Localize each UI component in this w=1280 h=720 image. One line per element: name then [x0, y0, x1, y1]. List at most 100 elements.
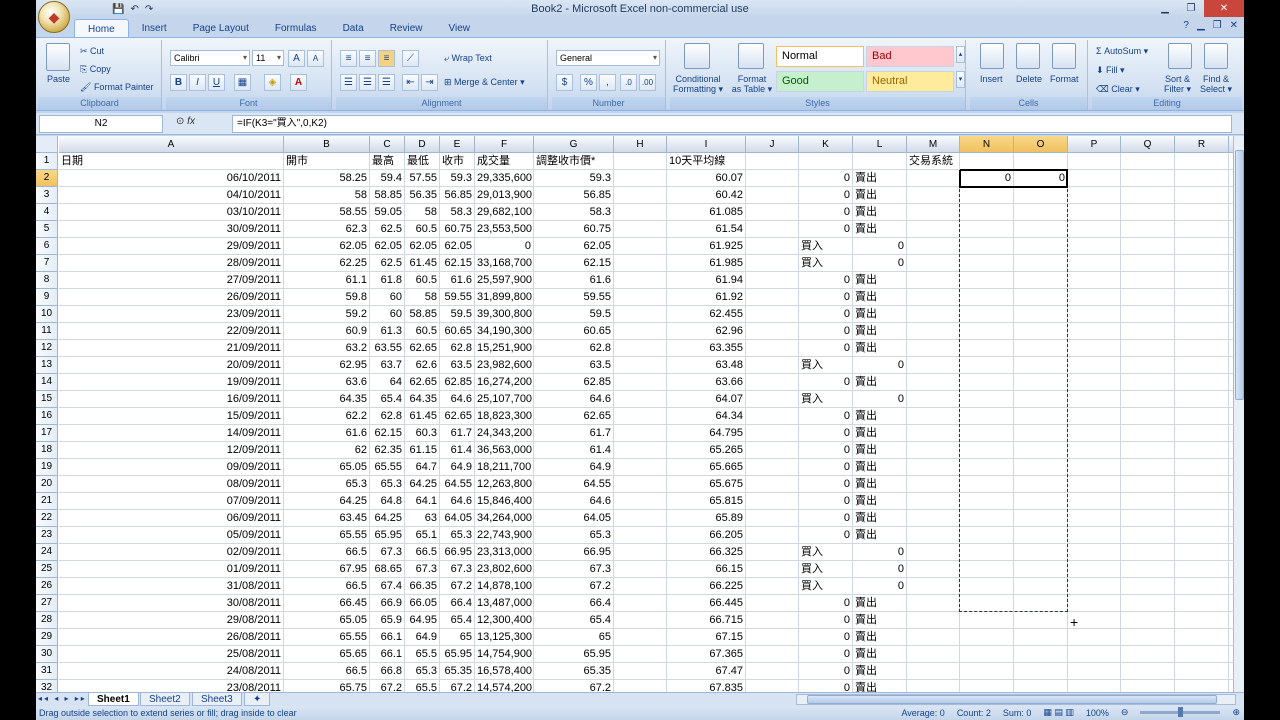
- cell-e[interactable]: 67.2: [440, 578, 475, 595]
- empty-cell[interactable]: [1068, 357, 1121, 374]
- column-header-n[interactable]: N: [960, 136, 1014, 153]
- empty-cell[interactable]: [746, 578, 799, 595]
- empty-cell[interactable]: [960, 391, 1014, 408]
- cell-d[interactable]: 64.35: [405, 391, 440, 408]
- empty-cell[interactable]: [1014, 629, 1068, 646]
- style-good[interactable]: Good: [776, 71, 864, 92]
- row-header[interactable]: 27: [36, 595, 58, 612]
- empty-cell[interactable]: [746, 544, 799, 561]
- column-header-d[interactable]: D: [405, 136, 440, 153]
- empty-cell[interactable]: [1175, 493, 1229, 510]
- cell-a[interactable]: 19/09/2011: [59, 374, 284, 391]
- empty-cell[interactable]: [746, 272, 799, 289]
- cell-i[interactable]: 60.07: [667, 170, 746, 187]
- cell-c[interactable]: 64.8: [370, 493, 405, 510]
- cell-i[interactable]: 64.34: [667, 408, 746, 425]
- cell-d[interactable]: 60.5: [405, 323, 440, 340]
- align-middle-icon[interactable]: ≡: [359, 50, 376, 67]
- empty-cell[interactable]: [1068, 221, 1121, 238]
- empty-cell[interactable]: [614, 289, 667, 306]
- empty-cell[interactable]: [614, 272, 667, 289]
- empty-cell[interactable]: [907, 340, 960, 357]
- cell-a[interactable]: 22/09/2011: [59, 323, 284, 340]
- empty-cell[interactable]: [614, 510, 667, 527]
- cell-b[interactable]: 65.3: [284, 476, 370, 493]
- cell-f[interactable]: 13,487,000: [475, 595, 534, 612]
- empty-cell[interactable]: [1175, 221, 1229, 238]
- row-header[interactable]: 14: [36, 374, 58, 391]
- align-center-icon[interactable]: ☰: [359, 74, 376, 91]
- cell-a[interactable]: 03/10/2011: [59, 204, 284, 221]
- empty-cell[interactable]: [1175, 476, 1229, 493]
- empty-cell[interactable]: [907, 561, 960, 578]
- empty-cell[interactable]: [746, 442, 799, 459]
- insert-cells-button[interactable]: Insert: [980, 74, 1003, 84]
- empty-cell[interactable]: [1121, 646, 1175, 663]
- cell-g[interactable]: 64.9: [534, 459, 614, 476]
- cell-c[interactable]: 66.1: [370, 646, 405, 663]
- cell-f[interactable]: 13,125,300: [475, 629, 534, 646]
- cell-b[interactable]: 63.2: [284, 340, 370, 357]
- empty-cell[interactable]: [1014, 425, 1068, 442]
- cell-l[interactable]: 賣出: [853, 476, 907, 493]
- row-header[interactable]: 3: [36, 187, 58, 204]
- format-cells-icon[interactable]: [1052, 43, 1076, 69]
- close-button[interactable]: ✕: [1204, 0, 1244, 17]
- cell-l[interactable]: 賣出: [853, 323, 907, 340]
- empty-cell[interactable]: [1014, 544, 1068, 561]
- empty-cell[interactable]: [1121, 493, 1175, 510]
- empty-cell[interactable]: [1014, 289, 1068, 306]
- empty-cell[interactable]: [614, 357, 667, 374]
- cell-b[interactable]: 65.05: [284, 459, 370, 476]
- align-bottom-icon[interactable]: ≡: [378, 50, 395, 67]
- cell-a[interactable]: 21/09/2011: [59, 340, 284, 357]
- empty-cell[interactable]: [960, 187, 1014, 204]
- increase-decimal-icon[interactable]: .0: [620, 74, 637, 91]
- header-cell-e[interactable]: 收市: [440, 153, 475, 170]
- cell-e[interactable]: 67.2: [440, 680, 475, 692]
- row-header[interactable]: 24: [36, 544, 58, 561]
- empty-cell[interactable]: [960, 527, 1014, 544]
- empty-cell[interactable]: [614, 153, 667, 170]
- empty-cell[interactable]: [746, 255, 799, 272]
- cell-d[interactable]: 61.45: [405, 255, 440, 272]
- conditional-formatting-button[interactable]: Conditional Formatting ▾: [672, 74, 724, 95]
- cell-a[interactable]: 06/09/2011: [59, 510, 284, 527]
- empty-cell[interactable]: [1175, 153, 1229, 170]
- empty-cell[interactable]: [907, 612, 960, 629]
- row-header[interactable]: 22: [36, 510, 58, 527]
- empty-cell[interactable]: [1068, 442, 1121, 459]
- cell-c[interactable]: 58.85: [370, 187, 405, 204]
- fill-color-icon[interactable]: ◈: [264, 74, 281, 91]
- empty-cell[interactable]: [1068, 238, 1121, 255]
- cell-i[interactable]: 61.085: [667, 204, 746, 221]
- sheet-tab-sheet1[interactable]: Sheet1: [88, 693, 139, 706]
- empty-cell[interactable]: [907, 357, 960, 374]
- cell-f[interactable]: 22,743,900: [475, 527, 534, 544]
- cell-b[interactable]: 62.2: [284, 408, 370, 425]
- empty-cell[interactable]: [1175, 646, 1229, 663]
- cell-e[interactable]: 62.05: [440, 238, 475, 255]
- empty-cell[interactable]: [907, 629, 960, 646]
- cell-d[interactable]: 65.1: [405, 527, 440, 544]
- empty-cell[interactable]: [960, 374, 1014, 391]
- cell-k[interactable]: 0: [799, 323, 853, 340]
- cell-e[interactable]: 62.15: [440, 255, 475, 272]
- cell-d[interactable]: 60.5: [405, 221, 440, 238]
- cell-d[interactable]: 63: [405, 510, 440, 527]
- worksheet-grid[interactable]: ABCDEFGHIJKLMNOPQRS1日期開市最高最低收市成交量調整收市價*1…: [36, 136, 1233, 692]
- row-header[interactable]: 11: [36, 323, 58, 340]
- column-header-b[interactable]: B: [284, 136, 370, 153]
- empty-cell[interactable]: [1175, 289, 1229, 306]
- cell-i[interactable]: 61.925: [667, 238, 746, 255]
- style-normal[interactable]: Normal: [776, 46, 864, 67]
- cell-g[interactable]: 63.5: [534, 357, 614, 374]
- cell-g[interactable]: 65.95: [534, 646, 614, 663]
- empty-cell[interactable]: [1068, 493, 1121, 510]
- paste-button[interactable]: Paste: [47, 74, 70, 84]
- empty-cell[interactable]: [1121, 153, 1175, 170]
- cell-d[interactable]: 58.85: [405, 306, 440, 323]
- empty-cell[interactable]: [960, 612, 1014, 629]
- empty-cell[interactable]: [1068, 561, 1121, 578]
- column-header-c[interactable]: C: [370, 136, 405, 153]
